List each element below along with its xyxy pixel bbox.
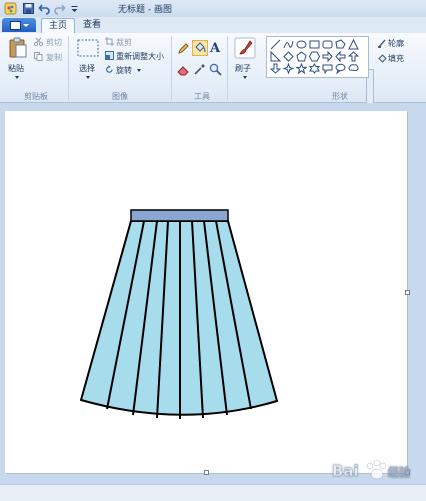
redo-icon[interactable] (53, 2, 66, 15)
right-triangle-shape-icon[interactable] (270, 51, 281, 62)
shapes-gallery (266, 36, 369, 78)
line-shape-icon[interactable] (270, 39, 281, 50)
customize-toolbar-icon[interactable] (68, 2, 78, 15)
svg-text:Bai: Bai (332, 462, 359, 480)
drawing-canvas[interactable] (5, 111, 407, 473)
image-group-label: 图像 (112, 92, 128, 101)
rounded-callout-shape-icon[interactable] (322, 63, 333, 74)
up-arrow-shape-icon[interactable] (348, 51, 359, 62)
down-arrow-shape-icon[interactable] (270, 63, 281, 74)
undo-icon[interactable] (38, 2, 51, 15)
oval-callout-shape-icon[interactable] (335, 63, 346, 74)
baidu-jingyan-watermark: Bai 经验 (330, 452, 420, 492)
title-bar: 无标题 - 画图 (0, 0, 426, 18)
tab-view[interactable]: 查看 (76, 18, 108, 33)
group-divider (227, 36, 228, 100)
outline-button[interactable]: 轮廓 (388, 38, 404, 49)
left-arrow-shape-icon[interactable] (335, 51, 346, 62)
four-point-star-shape-icon[interactable] (283, 63, 294, 74)
five-point-star-shape-icon[interactable] (296, 63, 307, 74)
outline-icon (378, 39, 387, 48)
svg-text:经验: 经验 (388, 465, 411, 479)
canvas-resize-handle-right[interactable] (405, 290, 410, 295)
pentagon-shape-icon[interactable] (296, 51, 307, 62)
file-menu-button[interactable] (2, 18, 36, 32)
crop-icon (105, 37, 114, 46)
tab-home[interactable]: 主页 (41, 18, 75, 34)
rotate-dropdown-icon[interactable] (137, 69, 141, 72)
eraser-icon[interactable] (177, 63, 190, 76)
right-arrow-shape-icon[interactable] (322, 51, 333, 62)
cut-button[interactable]: 剪切 (46, 37, 62, 48)
text-tool-icon[interactable]: A (209, 40, 223, 54)
color-picker-icon[interactable] (193, 63, 206, 76)
group-divider (171, 36, 172, 100)
window-title: 无标题 - 画图 (118, 5, 172, 15)
fill-button[interactable]: 填充 (388, 53, 404, 64)
ribbon-tab-row: 主页 查看 (0, 17, 426, 34)
six-point-star-shape-icon[interactable] (309, 63, 320, 74)
tools-group-label: 工具 (194, 92, 210, 101)
rectangle-shape-icon[interactable] (309, 39, 320, 50)
copy-button[interactable]: 复制 (46, 52, 62, 63)
polygon-shape-icon[interactable] (335, 39, 346, 50)
canvas-resize-handle-bottom[interactable] (204, 470, 209, 475)
save-icon[interactable] (22, 2, 35, 15)
triangle-shape-icon[interactable] (348, 39, 359, 50)
select-dropdown-icon[interactable] (86, 76, 90, 79)
file-menu-icon (9, 20, 21, 30)
group-divider (68, 36, 69, 100)
resize-button[interactable]: 重新调整大小 (116, 51, 164, 62)
rotate-icon (105, 65, 114, 74)
brushes-button[interactable]: 刷子 (235, 63, 251, 74)
clipboard-group-label: 剪贴板 (24, 92, 48, 101)
fill-bucket-icon[interactable] (192, 40, 208, 56)
oval-shape-icon[interactable] (296, 39, 307, 50)
select-icon[interactable] (77, 39, 99, 57)
skirt-waistband (130, 209, 229, 222)
skirt-drawing (80, 209, 278, 419)
paste-dropdown-icon[interactable] (15, 76, 19, 79)
chevron-down-icon (22, 23, 29, 27)
scissors-icon (34, 37, 43, 46)
rounded-rectangle-shape-icon[interactable] (322, 39, 333, 50)
fill-icon (378, 54, 387, 63)
brush-icon[interactable] (234, 37, 256, 59)
magnifier-icon[interactable] (209, 63, 222, 76)
diamond-shape-icon[interactable] (283, 51, 294, 62)
crop-button[interactable]: 裁剪 (116, 37, 132, 48)
copy-icon (34, 52, 43, 61)
cloud-callout-shape-icon[interactable] (348, 63, 359, 74)
svg-text:A: A (209, 41, 221, 54)
brushes-dropdown-icon[interactable] (243, 76, 247, 79)
hexagon-shape-icon[interactable] (309, 51, 320, 62)
paste-button[interactable]: 粘贴 (8, 63, 24, 74)
resize-icon (105, 51, 114, 60)
paste-icon[interactable] (8, 37, 28, 59)
select-button[interactable]: 选择 (79, 63, 95, 74)
curve-shape-icon[interactable] (283, 39, 294, 50)
paint-app-icon[interactable] (4, 2, 17, 15)
shapes-group-label: 形状 (332, 92, 348, 101)
pencil-icon[interactable] (177, 42, 190, 55)
rotate-button[interactable]: 旋转 (116, 65, 132, 76)
